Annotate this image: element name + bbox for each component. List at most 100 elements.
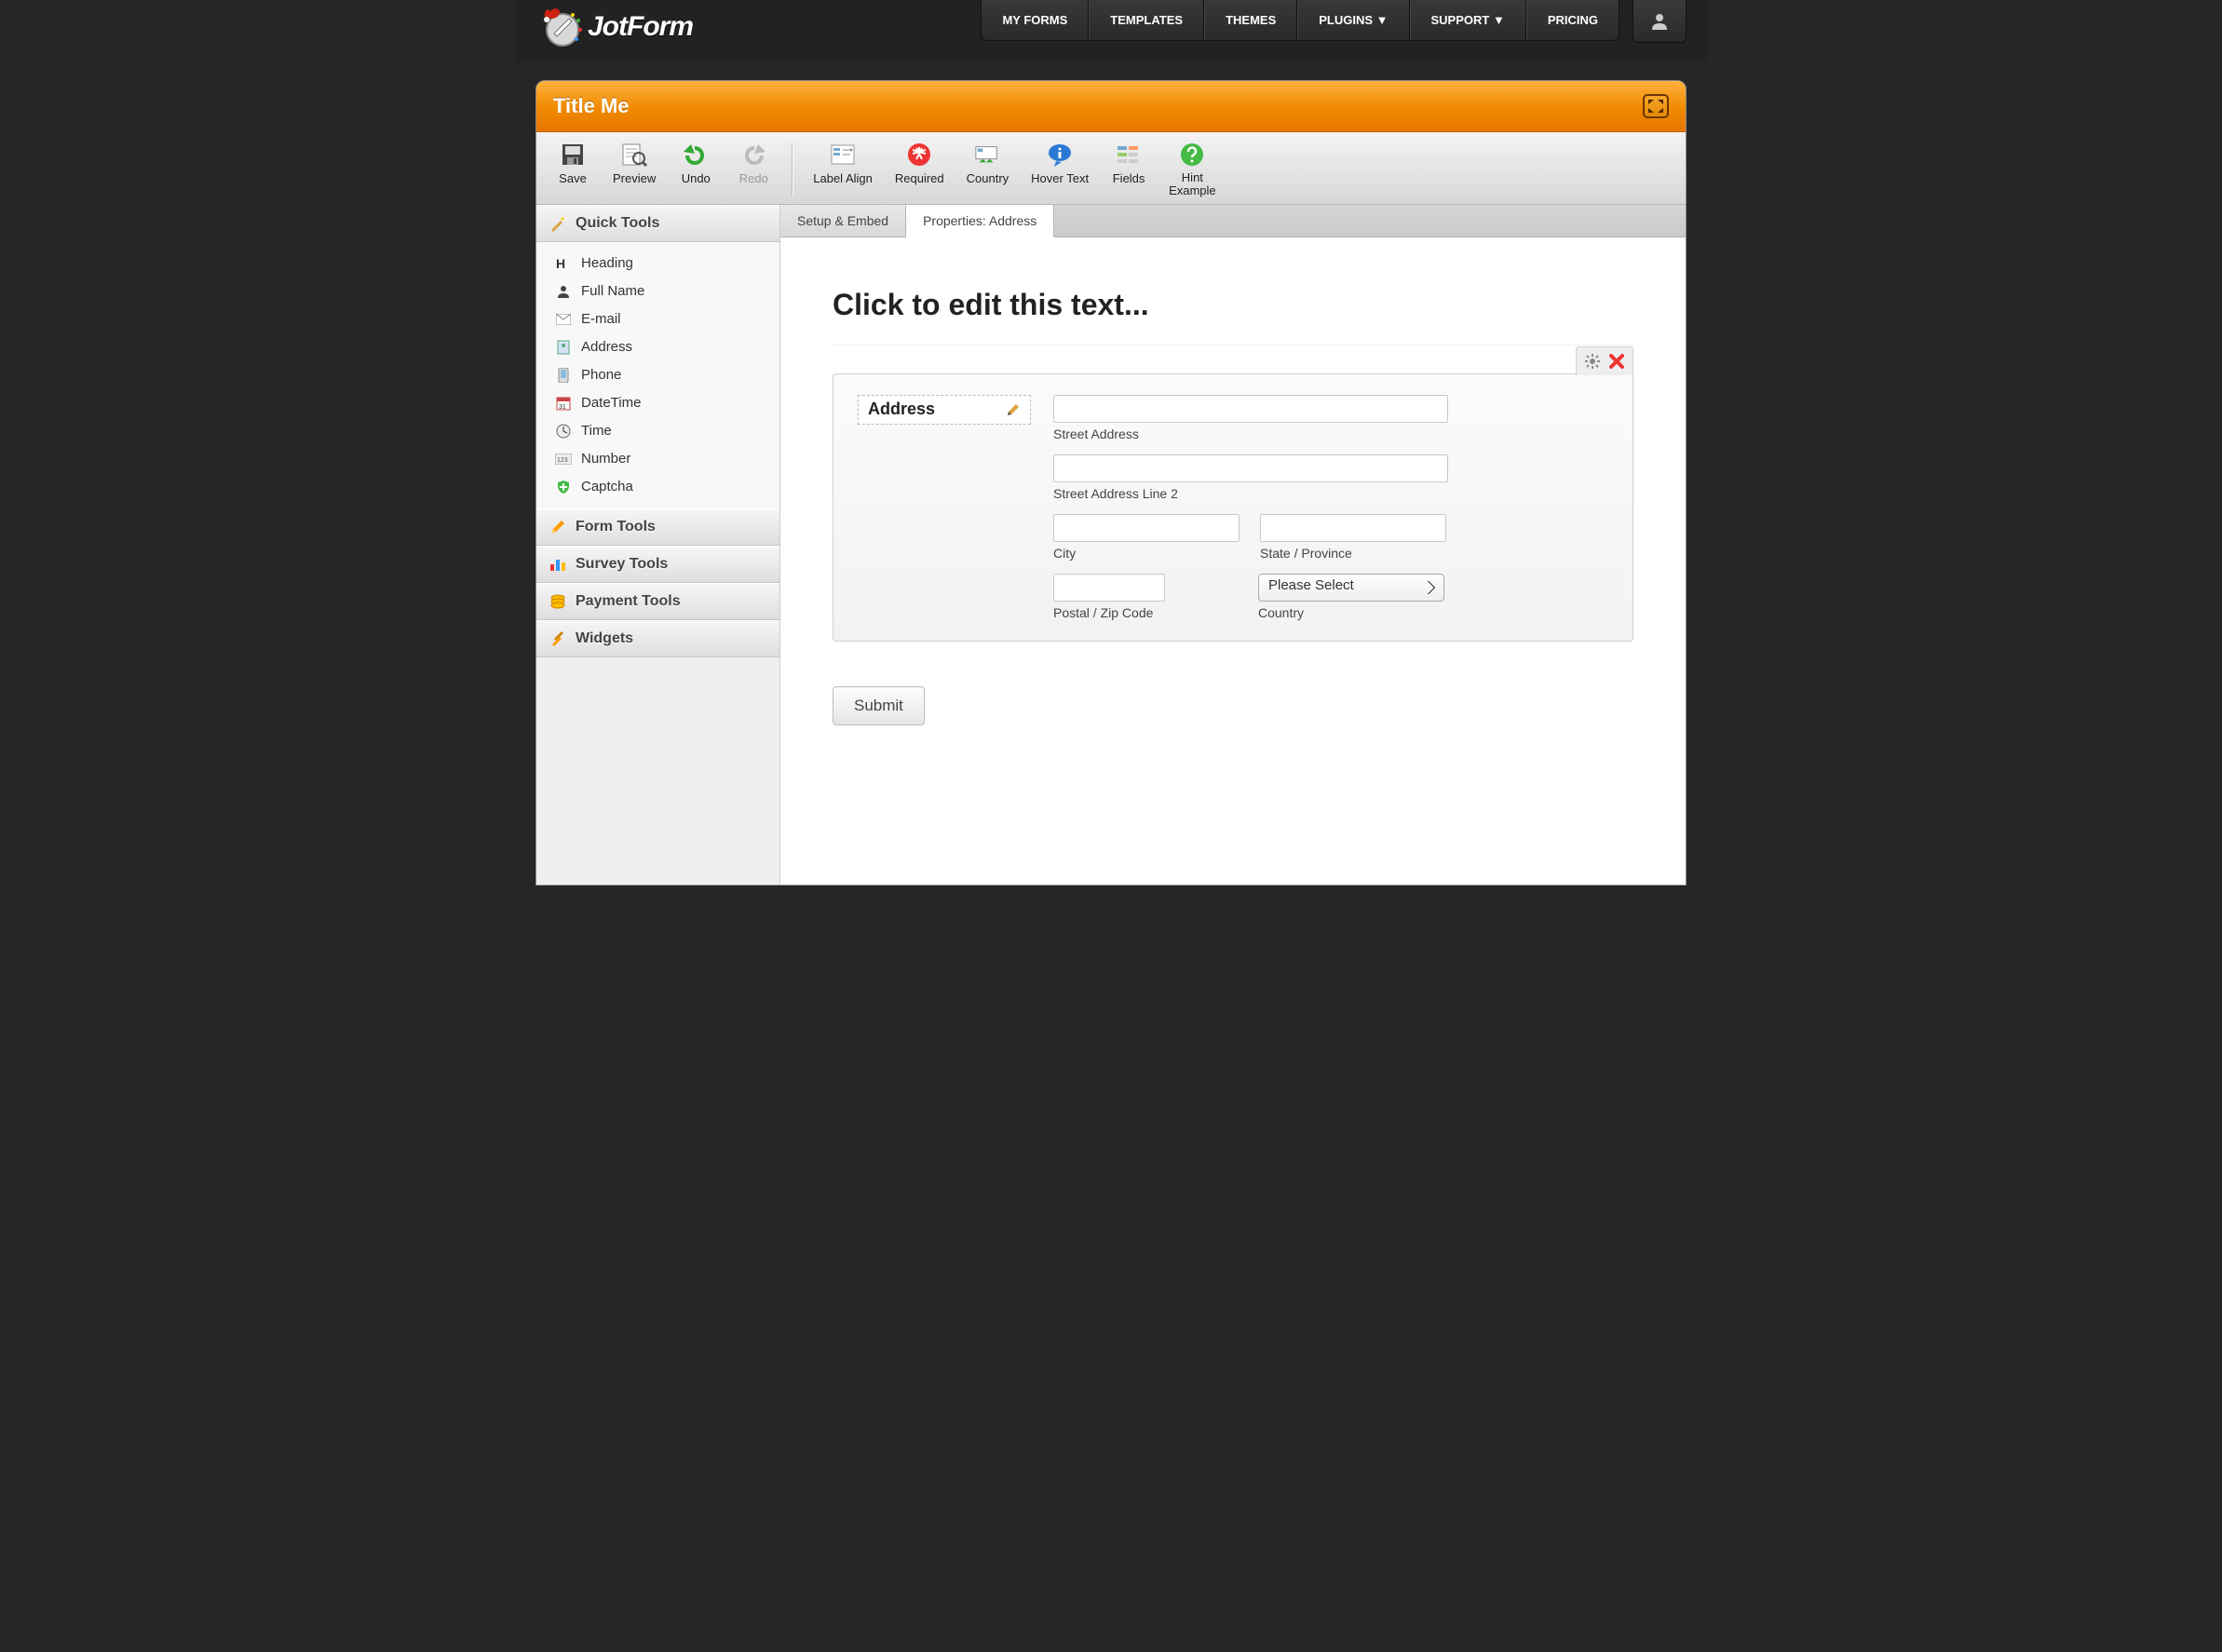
redo-button: Redo (726, 140, 780, 200)
phone-icon (555, 367, 572, 384)
street-address-label: Street Address (1053, 427, 1448, 441)
country-label: Country (1258, 605, 1444, 620)
user-menu[interactable] (1633, 0, 1687, 43)
required-button[interactable]: Required (886, 140, 954, 200)
tool-datetime[interactable]: 31DateTime (536, 389, 779, 417)
field-settings-button[interactable] (1582, 351, 1603, 372)
field-actions (1576, 346, 1633, 375)
form-canvas: Setup & Embed Properties: Address Click … (780, 205, 1686, 885)
clock-icon (555, 423, 572, 440)
hover-text-button[interactable]: Hover Text (1022, 140, 1098, 200)
tool-full-name[interactable]: Full Name (536, 278, 779, 305)
address-inputs: Street Address Street Address Line 2 Cit… (1053, 395, 1608, 620)
undo-icon (683, 142, 709, 168)
field-label-editor[interactable]: Address (858, 395, 1031, 425)
sidebar: Quick Tools HHeading Full Name E-mail Ad… (536, 205, 780, 885)
nav-plugins[interactable]: PLUGINS ▼ (1297, 0, 1409, 40)
tool-phone[interactable]: Phone (536, 361, 779, 389)
coins-icon (549, 594, 566, 609)
shield-icon (555, 479, 572, 495)
country-button[interactable]: Country (957, 140, 1019, 200)
hover-text-icon (1047, 142, 1073, 168)
sidebar-section-survey-tools[interactable]: Survey Tools (536, 546, 779, 583)
save-icon (560, 142, 586, 168)
street-address-input[interactable] (1053, 395, 1448, 423)
country-icon (974, 142, 1000, 168)
nav-pricing[interactable]: PRICING (1526, 0, 1619, 40)
sidebar-section-widgets[interactable]: Widgets (536, 620, 779, 657)
sidebar-section-form-tools[interactable]: Form Tools (536, 508, 779, 546)
city-label: City (1053, 546, 1240, 561)
country-select[interactable]: Please Select (1258, 574, 1444, 602)
gear-icon (1584, 353, 1601, 370)
city-input[interactable] (1053, 514, 1240, 542)
svg-text:123: 123 (557, 457, 568, 464)
tool-address[interactable]: Address (536, 333, 779, 361)
redo-icon (740, 142, 766, 168)
nav-templates[interactable]: TEMPLATES (1089, 0, 1204, 40)
field-label: Address (868, 399, 935, 419)
person-icon (555, 283, 572, 300)
user-icon (1649, 11, 1670, 32)
hint-example-button[interactable]: Hint Example (1159, 140, 1226, 200)
field-delete-button[interactable] (1606, 351, 1627, 372)
pencil-icon (1006, 402, 1021, 417)
required-icon (906, 142, 932, 168)
state-label: State / Province (1260, 546, 1446, 561)
top-bar: JotForm MY FORMS TEMPLATES THEMES PLUGIN… (515, 0, 1707, 61)
save-button[interactable]: Save (546, 140, 600, 200)
tab-setup-embed[interactable]: Setup & Embed (780, 205, 906, 237)
svg-text:31: 31 (559, 404, 566, 411)
tool-email[interactable]: E-mail (536, 305, 779, 333)
logo-text: JotForm (588, 11, 693, 43)
toolbar: Save Preview Undo Redo Label Align Req (536, 132, 1686, 205)
form-heading[interactable]: Click to edit this text... (833, 288, 1633, 345)
street-address-2-input[interactable] (1053, 454, 1448, 482)
workspace-header: Title Me (536, 81, 1686, 132)
form-title[interactable]: Title Me (553, 94, 630, 118)
preview-button[interactable]: Preview (603, 140, 665, 200)
tab-properties-address[interactable]: Properties: Address (906, 205, 1054, 237)
wand-icon (549, 215, 566, 232)
nav-themes[interactable]: THEMES (1204, 0, 1297, 40)
nav-support[interactable]: SUPPORT ▼ (1410, 0, 1526, 40)
tools-icon (549, 630, 566, 647)
undo-button[interactable]: Undo (669, 140, 723, 200)
main-nav: MY FORMS TEMPLATES THEMES PLUGINS ▼ SUPP… (981, 0, 1619, 41)
label-align-button[interactable]: Label Align (804, 140, 882, 200)
logo-icon (541, 6, 584, 48)
label-align-icon (830, 142, 856, 168)
quick-tools-list: HHeading Full Name E-mail Address Phone … (536, 242, 779, 508)
postal-input[interactable] (1053, 574, 1165, 602)
number-icon: 123 (555, 451, 572, 467)
state-input[interactable] (1260, 514, 1446, 542)
fullscreen-button[interactable] (1643, 94, 1669, 118)
sidebar-section-payment-tools[interactable]: Payment Tools (536, 583, 779, 620)
fullscreen-icon (1648, 100, 1663, 113)
sidebar-section-quick-tools[interactable]: Quick Tools (536, 205, 779, 242)
calendar-icon: 31 (555, 395, 572, 412)
submit-button[interactable]: Submit (833, 686, 925, 725)
tool-heading[interactable]: HHeading (536, 250, 779, 278)
toolbar-separator (792, 143, 793, 196)
fields-button[interactable]: Fields (1102, 140, 1156, 200)
street-address-2-label: Street Address Line 2 (1053, 486, 1448, 501)
postal-label: Postal / Zip Code (1053, 605, 1165, 620)
logo[interactable]: JotForm (515, 0, 776, 48)
preview-icon (621, 142, 647, 168)
nav-my-forms[interactable]: MY FORMS (982, 0, 1089, 40)
bar-chart-icon (549, 557, 566, 572)
tool-time[interactable]: Time (536, 417, 779, 445)
email-icon (555, 311, 572, 328)
heading-icon: H (555, 255, 572, 272)
address-icon (555, 339, 572, 356)
tool-number[interactable]: 123Number (536, 445, 779, 473)
hint-example-icon (1179, 142, 1205, 168)
address-field-block[interactable]: Address Street Address Street Address Li… (833, 373, 1633, 642)
canvas-tabs: Setup & Embed Properties: Address (780, 205, 1686, 237)
tool-captcha[interactable]: Captcha (536, 473, 779, 501)
delete-icon (1609, 354, 1624, 369)
pencil-icon (549, 519, 566, 535)
workspace: Title Me Save Preview Undo Redo (535, 80, 1687, 886)
fields-icon (1116, 142, 1142, 168)
